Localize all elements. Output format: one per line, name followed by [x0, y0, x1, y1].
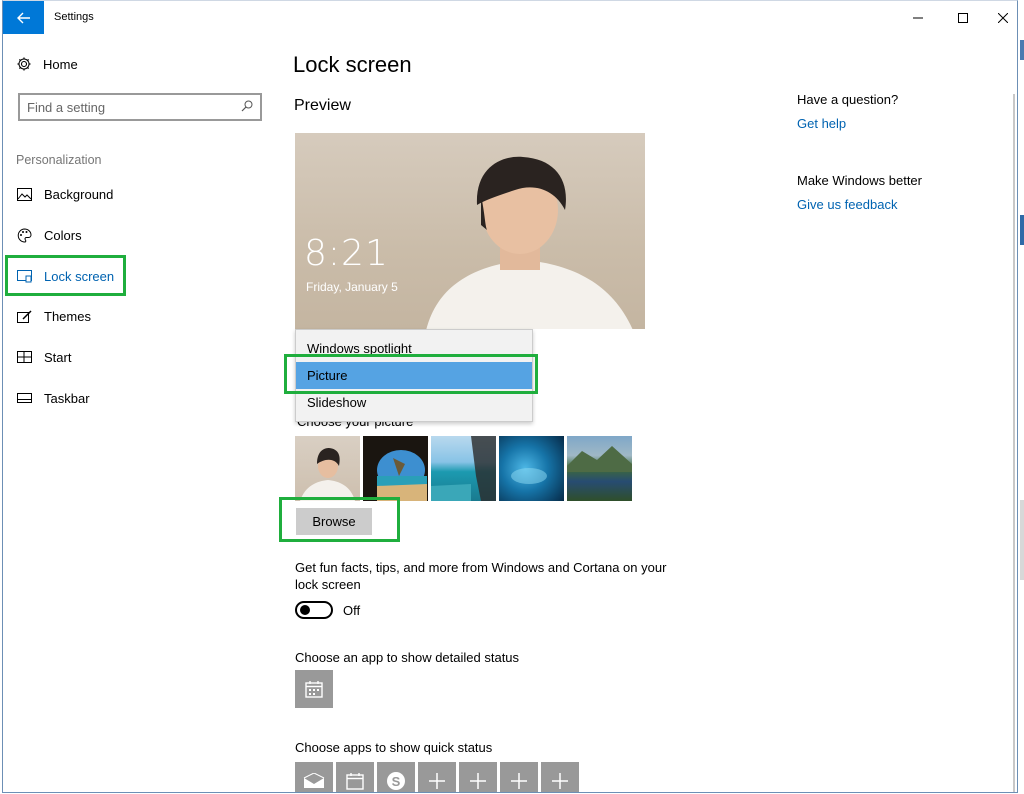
sidebar-item-start[interactable]: Start	[16, 345, 71, 369]
person-photo	[426, 156, 633, 329]
palette-icon	[16, 227, 32, 243]
plus-icon	[429, 773, 445, 789]
mail-icon	[303, 773, 325, 788]
section-label: Personalization	[16, 153, 102, 167]
calendar-icon	[346, 773, 364, 790]
minimize-icon	[913, 17, 923, 18]
picture-thumbnail[interactable]	[567, 436, 632, 501]
preview-heading: Preview	[294, 97, 351, 114]
plus-icon	[511, 773, 527, 789]
brush-icon	[16, 308, 32, 324]
tips-toggle-state: Off	[343, 603, 361, 618]
plus-icon	[470, 773, 486, 789]
taskbar-icon	[16, 390, 32, 406]
sidebar-item-label: Colors	[44, 227, 82, 243]
close-button[interactable]	[983, 1, 1017, 34]
skype-icon: S	[387, 772, 405, 790]
search-input[interactable]	[27, 99, 232, 115]
plus-icon	[552, 773, 568, 789]
scrollbar-thumb[interactable]	[1013, 94, 1015, 792]
search-icon[interactable]	[241, 100, 253, 112]
sidebar-item-background[interactable]: Background	[16, 182, 113, 206]
help-question: Have a question?	[797, 92, 899, 107]
window-title: Settings	[54, 11, 94, 23]
detailed-status-app-button[interactable]	[295, 670, 333, 708]
sidebar-item-label: Background	[44, 186, 114, 202]
quick-status-add-button[interactable]	[418, 762, 456, 792]
detailed-status-label: Choose an app to show detailed status	[295, 650, 520, 665]
preview-date: Friday, January 5	[306, 280, 398, 294]
quick-status-label: Choose apps to show quick status	[295, 740, 493, 755]
sidebar-item-colors[interactable]: Colors	[16, 223, 82, 247]
get-help-link[interactable]: Get help	[797, 116, 846, 131]
title-bar: Settings	[3, 1, 1017, 34]
quick-status-add-button[interactable]	[500, 762, 538, 792]
minimize-button[interactable]	[898, 1, 938, 34]
feedback-link[interactable]: Give us feedback	[797, 197, 897, 212]
sidebar-item-taskbar[interactable]: Taskbar	[16, 386, 90, 410]
settings-window: Settings Home Personalizati	[2, 0, 1018, 793]
search-box[interactable]	[18, 93, 262, 121]
picture-thumbnail[interactable]	[431, 436, 496, 501]
sidebar: Home Personalization Background Colors	[3, 34, 273, 792]
lock-screen-preview: 8:21 Friday, January 5	[295, 133, 645, 329]
picture-thumbnail[interactable]	[499, 436, 564, 501]
page-title: Lock screen	[293, 52, 412, 77]
maximize-icon	[958, 12, 968, 23]
sidebar-item-label: Taskbar	[44, 390, 90, 406]
make-windows-better: Make Windows better	[797, 173, 922, 188]
quick-status-add-button[interactable]	[541, 762, 579, 792]
tips-description: Get fun facts, tips, and more from Windo…	[295, 560, 667, 592]
home-nav-item[interactable]: Home	[16, 56, 78, 72]
sidebar-item-label: Start	[44, 349, 72, 365]
quick-status-calendar-button[interactable]	[336, 762, 374, 792]
start-icon	[16, 349, 32, 365]
background-window-edge	[1017, 0, 1024, 794]
sidebar-item-themes[interactable]: Themes	[16, 304, 91, 328]
back-arrow-icon	[16, 12, 30, 23]
preview-time: 8:21	[304, 233, 389, 274]
tips-toggle[interactable]	[295, 601, 333, 619]
back-button[interactable]	[3, 1, 44, 34]
sidebar-item-label: Themes	[44, 308, 91, 324]
picture-thumbnail[interactable]	[295, 436, 360, 501]
highlight-picture-option	[284, 354, 538, 394]
highlight-lock-screen	[5, 255, 126, 296]
highlight-browse	[279, 497, 400, 542]
close-icon	[998, 12, 1008, 23]
maximize-button[interactable]	[943, 1, 983, 34]
quick-status-add-button[interactable]	[459, 762, 497, 792]
calendar-icon	[305, 681, 323, 698]
scrollbar[interactable]	[1005, 34, 1017, 792]
toggle-knob	[300, 605, 310, 615]
picture-icon	[16, 186, 32, 202]
picture-thumbnails	[295, 436, 632, 501]
quick-status-skype-button[interactable]: S	[377, 762, 415, 792]
svg-text:S: S	[392, 774, 401, 789]
home-label: Home	[43, 56, 78, 72]
gear-icon	[17, 57, 31, 71]
quick-status-apps: S	[295, 762, 579, 792]
picture-thumbnail[interactable]	[363, 436, 428, 501]
quick-status-mail-button[interactable]	[295, 762, 333, 792]
